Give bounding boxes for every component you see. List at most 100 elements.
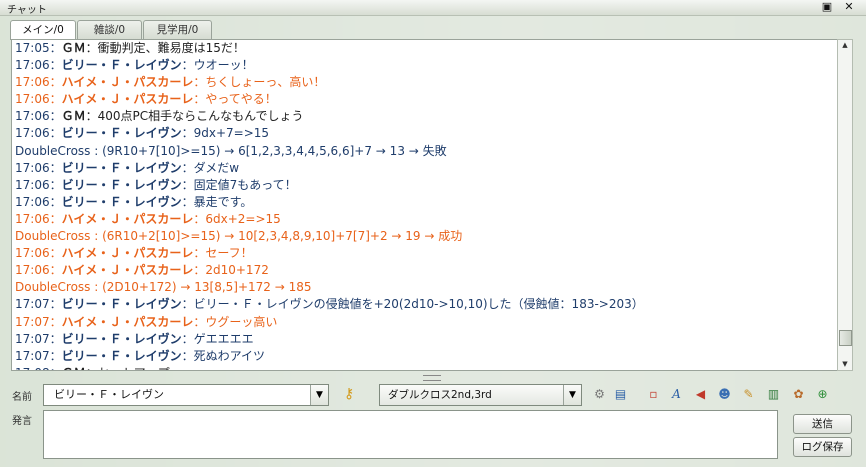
chat-line: 17:06：ビリー・Ｆ・レイヴン：固定値7もあって！ <box>12 177 838 194</box>
chat-line: 17:06：ハイメ・Ｊ・パスカーレ：ちくしょーっ、高い！ <box>12 74 838 91</box>
minimize-icon[interactable]: ▣ <box>821 1 833 13</box>
person-icon[interactable]: ☻ <box>717 386 732 402</box>
chat-speaker: ＧＭ <box>61 109 86 124</box>
chat-speaker: ビリー・Ｆ・レイヴン <box>61 126 182 141</box>
chat-line: 17:06：ビリー・Ｆ・レイヴン：暴走です。 <box>12 194 838 211</box>
chat-message: ：セットアップ <box>86 366 170 370</box>
chat-message: ：セーフ！ <box>193 246 253 261</box>
chat-time: 17:06： <box>15 92 62 107</box>
chat-speaker: ＧＭ <box>62 366 86 370</box>
chat-speaker: ビリー・Ｆ・レイヴン <box>61 194 182 209</box>
chat-line: 17:07：ビリー・Ｆ・レイヴン：ビリー・Ｆ・レイヴンの侵蝕値を+20(2d10… <box>12 296 838 313</box>
chat-speaker: ハイメ・Ｊ・パスカーレ <box>61 75 194 90</box>
chat-speaker: ビリー・Ｆ・レイヴン <box>61 331 182 346</box>
chat-message: ：暴走です。 <box>181 194 253 209</box>
chat-time: 17:07： <box>15 348 62 363</box>
chat-line: 17:06：ハイメ・Ｊ・パスカーレ：2d10+172 <box>12 262 838 279</box>
dice-system-value: ダブルクロス2nd,3rd <box>388 389 492 401</box>
chat-time: 17:07： <box>15 297 62 312</box>
chat-message: ：ダメだw <box>181 160 240 175</box>
chat-speaker: ハイメ・Ｊ・パスカーレ <box>61 92 194 107</box>
chat-line: 17:08：ＧＭ：セットアップ <box>12 365 838 370</box>
send-button[interactable]: 送信 <box>793 414 852 434</box>
chevron-down-icon[interactable]: ▼ <box>310 385 328 405</box>
chat-message: ：ウグーッ高い <box>193 314 278 329</box>
chat-line: DoubleCross : (2D10+172) → 13[8,5]+172 →… <box>12 279 838 296</box>
chat-line: 17:07：ビリー・Ｆ・レイヴン：死ぬわアイツ <box>12 348 838 365</box>
chat-line: 17:06：ビリー・Ｆ・レイヴン：ダメだw <box>12 160 838 177</box>
chat-speaker: ビリー・Ｆ・レイヴン <box>61 58 182 73</box>
chat-line: 17:06：ビリー・Ｆ・レイヴン：9dx+7=>15 <box>12 125 838 142</box>
chat-line: 17:05：ＧＭ：衝動判定、難易度は15だ！ <box>12 40 838 57</box>
chat-message: ：ちくしょーっ、高い！ <box>193 75 326 90</box>
chat-speaker: ビリー・Ｆ・レイヴン <box>61 348 182 363</box>
chat-time: 17:06： <box>15 58 62 73</box>
chat-line: 17:07：ハイメ・Ｊ・パスカーレ：ウグーッ高い <box>12 314 838 331</box>
chat-message: DoubleCross : (9R10+7[10]>=15) → 6[1,2,3… <box>15 143 447 158</box>
chevron-down-icon[interactable]: ▼ <box>563 385 581 405</box>
scroll-thumb[interactable] <box>839 330 852 346</box>
chat-time: 17:06： <box>15 177 62 192</box>
chat-message: ：衝動判定、難易度は15だ！ <box>85 41 245 55</box>
chat-line: 17:06：ＧＭ：400点PC相手ならこんなもんでしょう <box>12 108 838 125</box>
film-icon[interactable]: ▥ <box>766 386 781 402</box>
chat-message: ：ビリー・Ｆ・レイヴンの侵蝕値を+20(2d10->10,10)した（侵蝕値：1… <box>181 297 644 312</box>
tab-spectator[interactable]: 見学用/0 <box>143 20 212 39</box>
chat-time: 17:06： <box>15 263 62 278</box>
chat-message: ：2d10+172 <box>193 263 269 278</box>
chat-message: ：400点PC相手ならこんなもんでしょう <box>85 109 304 124</box>
name-value: ビリー・Ｆ・レイヴン <box>54 388 164 401</box>
font-icon[interactable]: A <box>669 386 684 402</box>
chat-message: ：ゲエエエエ <box>181 331 254 346</box>
chat-message: DoubleCross : (2D10+172) → 13[8,5]+172 →… <box>15 280 312 295</box>
chat-line: 17:06：ビリー・Ｆ・レイヴン：ウオーッ！ <box>12 57 838 74</box>
chat-message: ：死ぬわアイツ <box>181 348 266 363</box>
chat-message: ：6dx+2=>15 <box>193 211 281 226</box>
title-bar[interactable]: チャット ▣ ✕ <box>0 0 866 16</box>
dice-system-select[interactable]: ダブルクロス2nd,3rd ▼ <box>379 384 582 406</box>
close-icon[interactable]: ✕ <box>843 1 855 13</box>
chat-line: DoubleCross : (6R10+2[10]>=15) → 10[2,3,… <box>12 228 838 245</box>
chat-time: 17:07： <box>15 331 62 346</box>
chat-line: 17:06：ハイメ・Ｊ・パスカーレ：やってやる！ <box>12 91 838 108</box>
chat-time: 17:06： <box>15 160 62 175</box>
chat-speaker: ハイメ・Ｊ・パスカーレ <box>61 246 194 261</box>
chat-line: 17:06：ハイメ・Ｊ・パスカーレ：セーフ！ <box>12 245 838 262</box>
chat-time: 17:08： <box>15 366 62 370</box>
key-icon[interactable]: ⚷ <box>344 386 360 402</box>
puzzle-icon[interactable]: ✿ <box>791 386 806 402</box>
message-label: 発言 <box>12 416 32 427</box>
name-label: 名前 <box>12 392 32 403</box>
chat-log-scrollbar[interactable]: ▲ ▼ <box>837 39 853 371</box>
chat-speaker: ＧＭ <box>61 41 86 55</box>
chat-time: 17:06： <box>15 126 62 141</box>
broom-icon[interactable]: ✎ <box>741 386 756 402</box>
chat-speaker: ビリー・Ｆ・レイヴン <box>61 297 182 312</box>
resize-grip[interactable] <box>423 375 441 381</box>
name-select[interactable]: ビリー・Ｆ・レイヴン ▼ <box>43 384 329 406</box>
chat-speaker: ハイメ・Ｊ・パスカーレ <box>61 211 194 226</box>
chat-time: 17:06： <box>15 75 62 90</box>
message-input[interactable] <box>43 410 778 459</box>
window-title: チャット <box>7 5 47 16</box>
speaker-icon[interactable]: ◀ <box>693 386 708 402</box>
chat-line: DoubleCross : (9R10+7[10]>=15) → 6[1,2,3… <box>12 143 838 160</box>
notepad-icon[interactable]: ⚙ <box>592 386 607 402</box>
scroll-up-icon[interactable]: ▲ <box>838 40 852 51</box>
scroll-down-icon[interactable]: ▼ <box>838 359 852 370</box>
chat-speaker: ビリー・Ｆ・レイヴン <box>61 177 182 192</box>
stop-card-icon[interactable]: ▫ <box>646 386 661 402</box>
chat-window: チャット ▣ ✕ メイン/0 雑談/0 見学用/0 17:05：ＧＭ：衝動判定、… <box>0 0 866 467</box>
page-add-icon[interactable]: ⊕ <box>815 386 830 402</box>
chat-message: ：9dx+7=>15 <box>181 126 270 141</box>
chat-message: ：ウオーッ！ <box>181 58 254 73</box>
save-log-button[interactable]: ログ保存 <box>793 437 852 457</box>
tab-main[interactable]: メイン/0 <box>10 20 76 40</box>
book-icon[interactable]: ▤ <box>613 386 628 402</box>
chat-line: 17:07：ビリー・Ｆ・レイヴン：ゲエエエエ <box>12 331 838 348</box>
chat-time: 17:07： <box>15 314 62 329</box>
chat-log[interactable]: 17:05：ＧＭ：衝動判定、難易度は15だ！ 17:06：ビリー・Ｆ・レイヴン：ウ… <box>11 39 839 371</box>
chat-message: ：やってやる！ <box>193 92 277 107</box>
tab-chatter[interactable]: 雑談/0 <box>77 20 142 39</box>
chat-message: ：固定値7もあって！ <box>181 177 297 192</box>
